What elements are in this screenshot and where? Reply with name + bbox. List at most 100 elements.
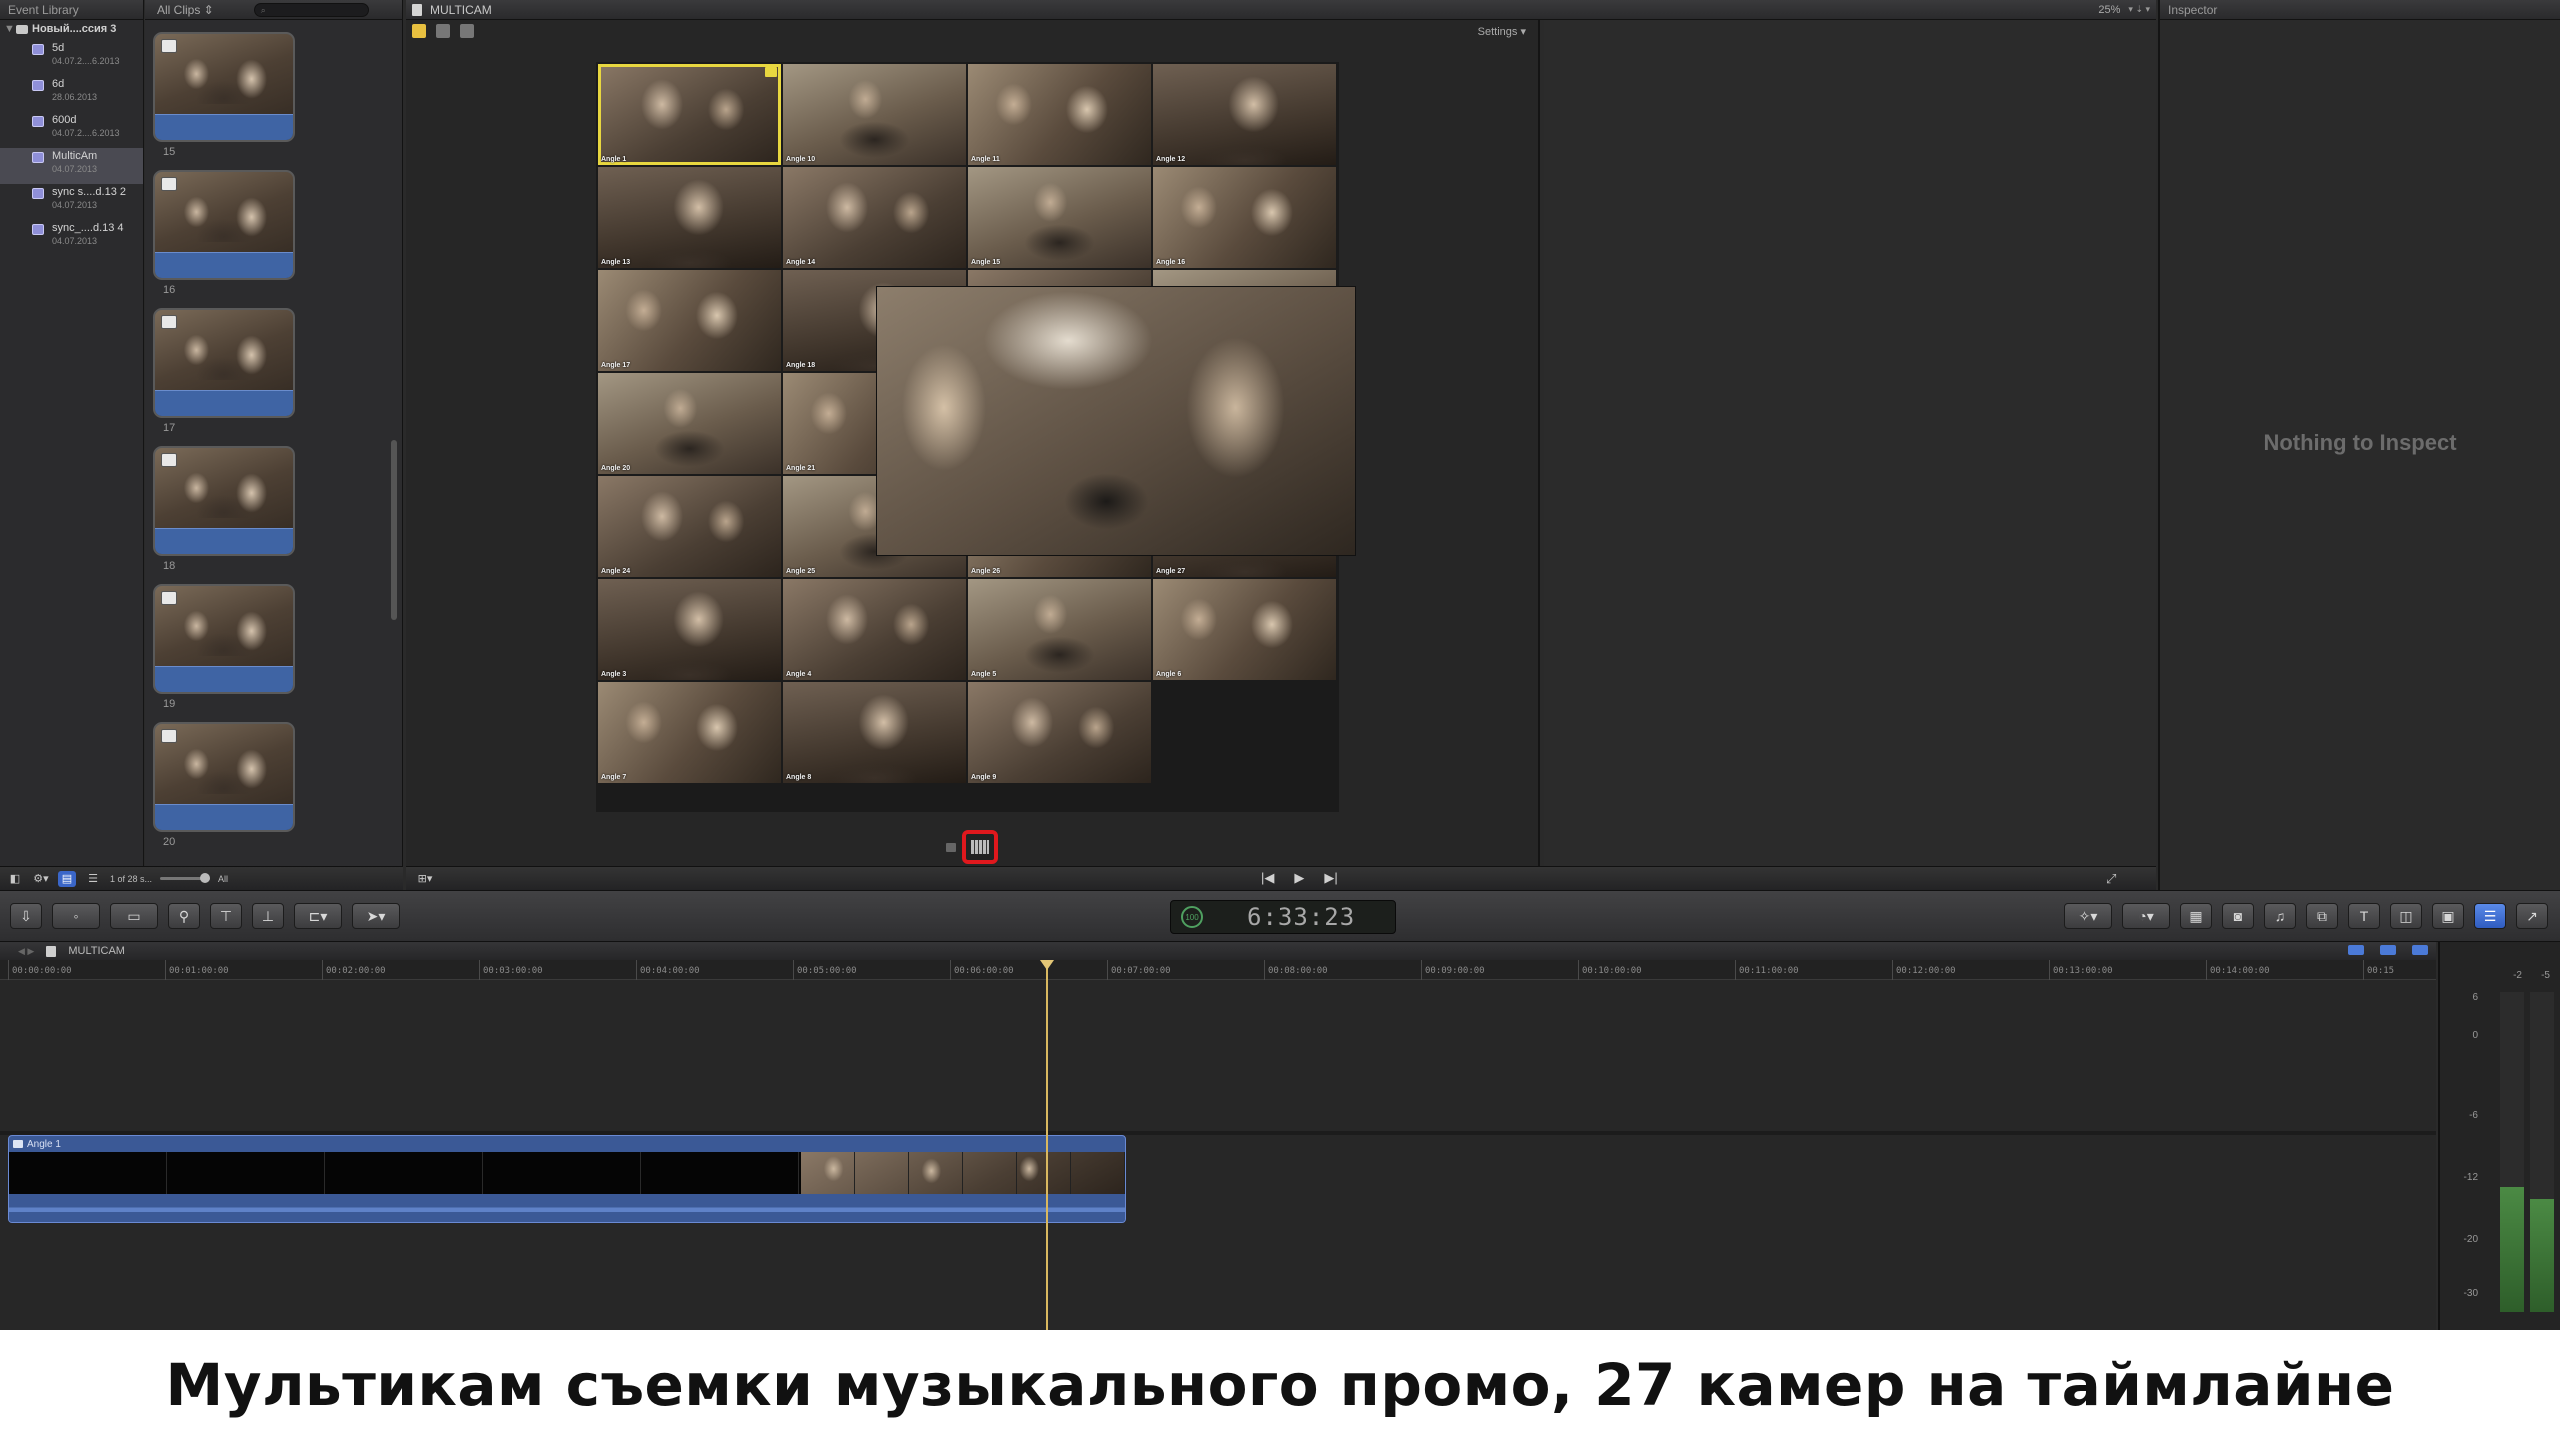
- event-item-multicam[interactable]: MulticAm 04.07.2013: [0, 148, 143, 184]
- fullscreen-icon[interactable]: ⤢: [2106, 871, 2116, 887]
- keyword-icon[interactable]: ▭: [110, 903, 158, 929]
- viewer-options-button[interactable]: ⊞▾: [416, 871, 434, 887]
- angle-thumbnail[interactable]: Angle 13: [598, 167, 781, 268]
- search-input[interactable]: ⌕: [253, 2, 369, 17]
- snapping-icon[interactable]: [2380, 945, 2396, 955]
- import-icon[interactable]: ⇩: [10, 903, 42, 929]
- titles-icon[interactable]: T: [2348, 903, 2380, 929]
- angle-thumbnail[interactable]: Angle 20: [598, 373, 781, 474]
- video-preview[interactable]: [876, 286, 1356, 556]
- clip-item[interactable]: 15: [145, 22, 385, 160]
- angle-thumbnail[interactable]: Angle 3: [598, 579, 781, 680]
- clip-item[interactable]: 20: [145, 712, 385, 850]
- retime-icon[interactable]: ◔▾: [2122, 903, 2170, 929]
- solo-icon[interactable]: [2412, 945, 2428, 955]
- library-root[interactable]: ▼ Новый....ссия 3: [0, 20, 143, 40]
- angle-thumbnail[interactable]: Angle 6: [1153, 579, 1336, 680]
- angle-thumbnail[interactable]: Angle 10: [783, 64, 966, 165]
- angle-bank-grid-button[interactable]: [962, 830, 998, 864]
- angle-thumbnail[interactable]: Angle 4: [783, 579, 966, 680]
- clip-thumbnail[interactable]: [153, 308, 295, 418]
- event-item-600d[interactable]: 600d 04.07.2....6.2013: [0, 112, 143, 148]
- themes-icon[interactable]: ▣: [2432, 903, 2464, 929]
- timeline-multicam-clip[interactable]: Angle 1: [8, 1135, 1126, 1223]
- clip-thumbnail[interactable]: [153, 584, 295, 694]
- angle-thumbnail[interactable]: Angle 24: [598, 476, 781, 577]
- clip-item[interactable]: 18: [145, 436, 385, 574]
- angle-thumbnail[interactable]: Angle 1: [598, 64, 781, 165]
- meter-right-channel: [2530, 992, 2554, 1312]
- record-voiceover-icon[interactable]: ◦: [52, 903, 100, 929]
- event-item-sync-4[interactable]: sync_....d.13 4 04.07.2013: [0, 220, 143, 256]
- clips-filter-dropdown[interactable]: All Clips ⇕: [157, 3, 214, 17]
- connect-clip-icon[interactable]: ⊤: [210, 903, 242, 929]
- media-browser-icon[interactable]: ▦: [2180, 903, 2212, 929]
- clip-size-slider[interactable]: [160, 873, 211, 883]
- share-icon[interactable]: ↗: [2516, 903, 2548, 929]
- angle-thumbnail[interactable]: Angle 17: [598, 270, 781, 371]
- angle-settings-dropdown[interactable]: Settings ▾: [1478, 25, 1526, 38]
- history-arrows-icon[interactable]: ◀ ▶: [18, 946, 34, 957]
- ruler-tick-label: 00:02:00:00: [322, 960, 386, 980]
- clip-thumbnail[interactable]: [153, 722, 295, 832]
- go-to-start-icon[interactable]: |◀: [1261, 870, 1274, 886]
- transport-controls: |◀ ▶ ▶|: [1261, 870, 1338, 886]
- event-name: 600d: [52, 114, 77, 126]
- event-item-5d[interactable]: 5d 04.07.2....6.2013: [0, 40, 143, 76]
- meter-top-label: -2: [2513, 970, 2522, 981]
- meter-left-channel: [2500, 992, 2524, 1312]
- browser-scrollbar[interactable]: [391, 440, 397, 620]
- angle-thumbnail[interactable]: Angle 15: [968, 167, 1151, 268]
- insert-clip-icon[interactable]: ⊥: [252, 903, 284, 929]
- append-clip-icon[interactable]: ⊏▾: [294, 903, 342, 929]
- clip-thumbnail[interactable]: [153, 170, 295, 280]
- action-gear-icon[interactable]: ⚙▾: [32, 871, 50, 887]
- video-only-switch-icon[interactable]: [436, 24, 450, 38]
- clip-item[interactable]: 17: [145, 298, 385, 436]
- event-name: sync s....d.13 2: [52, 186, 126, 198]
- zoom-dropdown[interactable]: 25%: [2098, 4, 2120, 16]
- dashboard-timecode[interactable]: 100 6:33:23: [1170, 900, 1396, 934]
- inspector-toggle-icon[interactable]: ☰: [2474, 903, 2506, 929]
- magnifier-icon[interactable]: ⚲: [168, 903, 200, 929]
- play-icon[interactable]: ▶: [1294, 870, 1304, 886]
- list-view-button[interactable]: ☰: [84, 871, 102, 887]
- photo-browser-icon[interactable]: ◙: [2222, 903, 2254, 929]
- filmstrip-view-button[interactable]: ▤: [58, 870, 76, 887]
- ruler-tick-label: 00:06:00:00: [950, 960, 1014, 980]
- angle-thumbnail[interactable]: Angle 9: [968, 682, 1151, 783]
- library-toggle-button[interactable]: ◧: [6, 871, 24, 887]
- disclosure-triangle-icon[interactable]: ▼: [4, 23, 15, 35]
- event-item-6d[interactable]: 6d 28.06.2013: [0, 76, 143, 112]
- clip-number: 15: [163, 146, 176, 158]
- timeline-ruler[interactable]: 00:00:00:00 00:01:00:00 00:02:00:00 00:03:0…: [0, 960, 2436, 980]
- clip-thumbnail[interactable]: [153, 32, 295, 142]
- angle-thumbnail[interactable]: Angle 11: [968, 64, 1151, 165]
- angle-thumbnail[interactable]: Angle 12: [1153, 64, 1336, 165]
- music-browser-icon[interactable]: ♫: [2264, 903, 2296, 929]
- duration-all-label[interactable]: All: [218, 874, 228, 884]
- angle-thumbnail[interactable]: Angle 5: [968, 579, 1151, 680]
- clip-item[interactable]: 19: [145, 574, 385, 712]
- enhancements-icon[interactable]: ✧▾: [2064, 903, 2112, 929]
- clip-thumbnail[interactable]: [153, 446, 295, 556]
- audio-only-switch-icon[interactable]: [460, 24, 474, 38]
- playhead[interactable]: [1040, 960, 1054, 1330]
- angle-thumbnail[interactable]: Angle 7: [598, 682, 781, 783]
- audio-skimming-icon[interactable]: [2348, 945, 2364, 955]
- video-audio-switch-icon[interactable]: [412, 24, 426, 38]
- event-item-sync-2[interactable]: sync s....d.13 2 04.07.2013: [0, 184, 143, 220]
- angle-thumbnail[interactable]: Angle 16: [1153, 167, 1336, 268]
- generators-icon[interactable]: ◫: [2390, 903, 2422, 929]
- go-to-end-icon[interactable]: ▶|: [1324, 870, 1337, 886]
- angle-label: Angle 6: [1156, 671, 1182, 678]
- zoom-chevron-down-icon[interactable]: ▾ ⇣ ▾: [2128, 4, 2150, 15]
- previous-bank-icon[interactable]: [946, 842, 956, 852]
- clip-item[interactable]: 16: [145, 160, 385, 298]
- select-tool-icon[interactable]: ➤▾: [352, 903, 400, 929]
- transitions-icon[interactable]: ⧉: [2306, 903, 2338, 929]
- background-tasks-icon[interactable]: 100: [1181, 906, 1203, 928]
- angle-thumbnail[interactable]: Angle 8: [783, 682, 966, 783]
- angle-thumbnail[interactable]: Angle 14: [783, 167, 966, 268]
- event-name: sync_....d.13 4: [52, 222, 124, 234]
